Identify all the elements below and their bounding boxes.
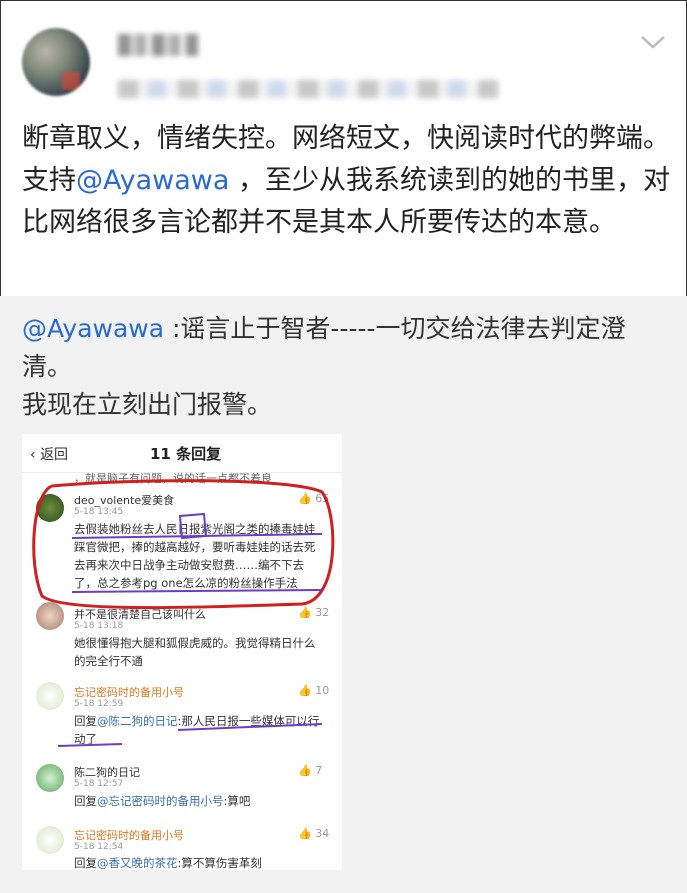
screenshot-topbar: ‹ 返回 11 条回复	[22, 434, 342, 473]
comment-user: 忘记密码时的备用小号	[74, 829, 184, 842]
blurred-username[interactable]	[118, 34, 198, 56]
comment-user: 忘记密码时的备用小号	[74, 686, 184, 699]
screenshot-title: 11 条回复	[150, 445, 222, 463]
avatar[interactable]	[22, 28, 90, 96]
comment-avatar	[36, 764, 64, 792]
comment-avatar	[36, 494, 64, 522]
comment-user: 陈二狗的日记	[74, 766, 140, 779]
comment-time: 5-18 12:59	[74, 699, 124, 709]
repost-mention-link[interactable]: @Ayawawa	[22, 314, 164, 343]
like-count: 👍 7	[298, 764, 323, 777]
comment-body: 她很懂得抱大腿和狐假虎威的。我觉得精日什么的完全行不通	[74, 636, 316, 668]
comment-user: 并不是很清楚自己该叫什么	[74, 608, 206, 621]
comment-body: 回复@陈二狗的日记:那人民日报一些媒体可以行动了	[74, 714, 320, 746]
like-count: 👍 10	[298, 684, 330, 697]
comment-time: 5-18 12:54	[74, 842, 124, 852]
comment-body: 回复@忘记密码时的备用小号:算吧	[74, 794, 251, 808]
chevron-down-icon[interactable]	[640, 32, 666, 52]
post-text: 断章取义，情绪失控。网络短文，快阅读时代的弊端。支持@Ayawawa ，至少从我…	[22, 123, 671, 238]
repost-text: @Ayawawa :谣言止于智者-----一切交给法律去判定澄清。 我现在立刻出门…	[22, 314, 626, 419]
comment-user: deo_volente爱美食	[74, 494, 175, 507]
comment-time: 5-18 13:45	[74, 507, 124, 517]
comment-avatar	[36, 826, 64, 854]
comment-time: 5-18 12:57	[74, 779, 124, 789]
cut-off-text: ，就是脑子有问题，说的话一点都不着良	[74, 472, 272, 485]
repost-area[interactable]: @Ayawawa :谣言止于智者-----一切交给法律去判定澄清。 我现在立刻出门…	[0, 296, 687, 893]
comment-body: 回复@香又晚的茶花:算不算伤害革刻	[74, 856, 262, 870]
comment-avatar	[36, 682, 64, 710]
blurred-post-meta	[118, 80, 498, 98]
comment-avatar	[36, 602, 64, 630]
embedded-screenshot[interactable]: ‹ 返回 11 条回复 ，就是脑子有问题，说的话一点都不着良 deo_volen…	[22, 434, 342, 870]
like-count: 👍 34	[298, 827, 330, 840]
like-count: 👍 65	[298, 492, 330, 505]
like-count: 👍 32	[298, 606, 330, 619]
comment-body: 去假装她粉丝去人民日报紫光阁之类的捧毒娃娃踩官微把，捧的越高越好，要听毒娃娃的话…	[74, 522, 316, 590]
comment-time: 5-18 13:18	[74, 621, 124, 631]
back-button: ‹ 返回	[30, 447, 69, 463]
mention-link[interactable]: @Ayawawa	[76, 165, 229, 196]
